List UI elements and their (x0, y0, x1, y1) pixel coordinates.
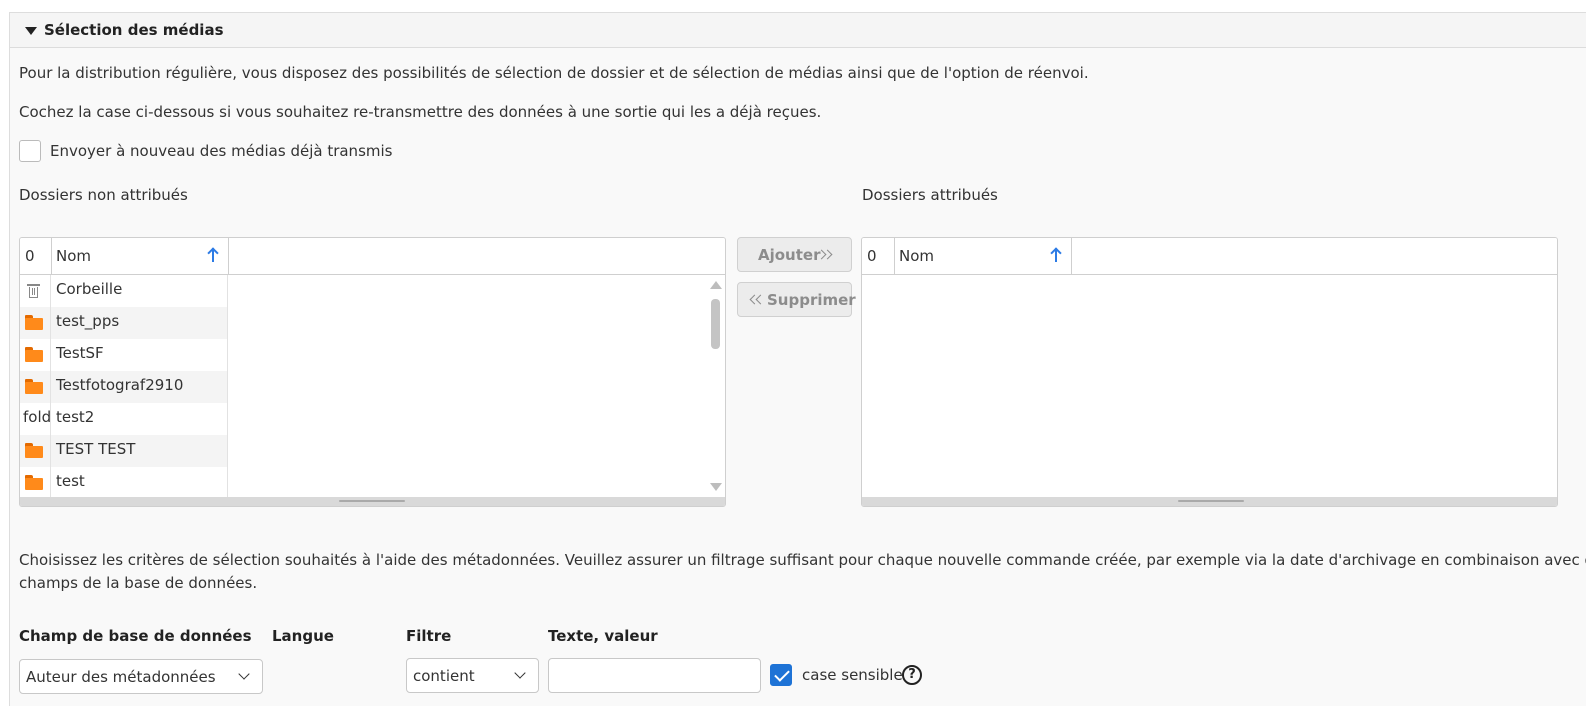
name-column-header[interactable]: Nom (51, 238, 229, 274)
sort-ascending-icon[interactable] (207, 247, 219, 263)
scrollbar-thumb[interactable] (711, 299, 720, 349)
add-button[interactable]: Ajouter (737, 237, 852, 272)
folder-name: Testfotograf2910 (56, 376, 184, 394)
intro-text: Pour la distribution régulière, vous dis… (19, 64, 1089, 82)
database-field-select[interactable]: Auteur des métadonnées (19, 659, 263, 694)
broken-icon-text: fold (23, 408, 50, 426)
field-header: Champ de base de données (19, 627, 252, 645)
unassigned-folders-title: Dossiers non attribués (19, 186, 188, 204)
folder-name: Corbeille (56, 280, 123, 298)
horizontal-scrollbar[interactable] (862, 497, 1557, 506)
caret-down-icon[interactable] (25, 27, 37, 35)
folder-name: TEST TEST (56, 440, 136, 458)
folder-row-corbeille[interactable]: Corbeille (20, 275, 228, 307)
folder-name: test_pps (56, 312, 120, 330)
text-value-input[interactable] (548, 658, 761, 693)
name-column-label: Nom (899, 247, 935, 265)
count-value: 0 (25, 247, 35, 265)
folder-row[interactable]: fold test2 (20, 403, 228, 435)
resend-checkbox-label: Envoyer à nouveau des médias déjà transm… (50, 142, 393, 160)
unassigned-folders-grid: 0 Nom Corbeille test_pps TestSF Testfoto… (19, 237, 726, 507)
scrollbar-thumb[interactable] (1178, 500, 1244, 502)
sort-ascending-icon[interactable] (1050, 247, 1062, 263)
vertical-scrollbar[interactable] (707, 275, 725, 497)
trash-icon (27, 283, 40, 298)
chevron-left-icon (755, 294, 766, 305)
folder-name: test (56, 472, 85, 490)
scroll-down-icon[interactable] (710, 483, 722, 491)
name-column-label: Nom (56, 247, 92, 265)
resend-checkbox[interactable] (19, 140, 41, 162)
count-header: 0 (20, 238, 52, 274)
horizontal-scrollbar[interactable] (20, 497, 725, 506)
panel-header[interactable]: Sélection des médias (10, 13, 1586, 48)
folder-name: TestSF (56, 344, 104, 362)
folder-icon (25, 475, 43, 490)
chevron-right-icon (822, 249, 833, 260)
resend-hint-text: Cochez la case ci-dessous si vous souhai… (19, 103, 822, 121)
count-value: 0 (867, 247, 877, 265)
folder-icon (25, 347, 43, 362)
grid-header: 0 Nom (20, 238, 725, 275)
name-column-header[interactable]: Nom (894, 238, 1072, 274)
folder-row[interactable]: test_pps (20, 307, 228, 339)
help-icon[interactable]: ? (902, 665, 922, 685)
criteria-text-line1: Choisissez les critères de sélection sou… (19, 551, 1586, 569)
language-header: Langue (272, 627, 334, 645)
panel-title: Sélection des médias (44, 21, 224, 39)
filter-select[interactable]: contient (406, 658, 539, 693)
folder-icon (25, 315, 43, 330)
case-sensitive-checkbox[interactable] (770, 664, 792, 686)
folder-row[interactable]: test (20, 467, 228, 499)
folder-icon (25, 379, 43, 394)
remove-button-label: Supprimer (767, 291, 856, 309)
folder-row[interactable]: TEST TEST (20, 435, 228, 467)
criteria-text-line2: champs de la base de données. (19, 574, 258, 592)
value-header: Texte, valeur (548, 627, 658, 645)
chevron-down-icon (238, 668, 250, 680)
folder-row[interactable]: TestSF (20, 339, 228, 371)
database-field-value: Auteur des métadonnées (26, 668, 216, 686)
filter-value: contient (413, 667, 475, 685)
add-button-label: Ajouter (758, 246, 821, 264)
remove-button[interactable]: Supprimer (737, 282, 856, 317)
filter-header: Filtre (406, 627, 452, 645)
folder-icon (25, 443, 43, 458)
chevron-down-icon (514, 667, 526, 679)
folder-name: test2 (56, 408, 95, 426)
assigned-folders-grid: 0 Nom (861, 237, 1558, 507)
scroll-up-icon[interactable] (710, 281, 722, 289)
grid-header: 0 Nom (862, 238, 1557, 275)
folder-row[interactable]: Testfotograf2910 (20, 371, 228, 403)
case-sensitive-label: case sensible (802, 666, 903, 684)
count-header: 0 (862, 238, 895, 274)
assigned-folders-title: Dossiers attribués (862, 186, 998, 204)
scrollbar-thumb[interactable] (339, 500, 405, 502)
